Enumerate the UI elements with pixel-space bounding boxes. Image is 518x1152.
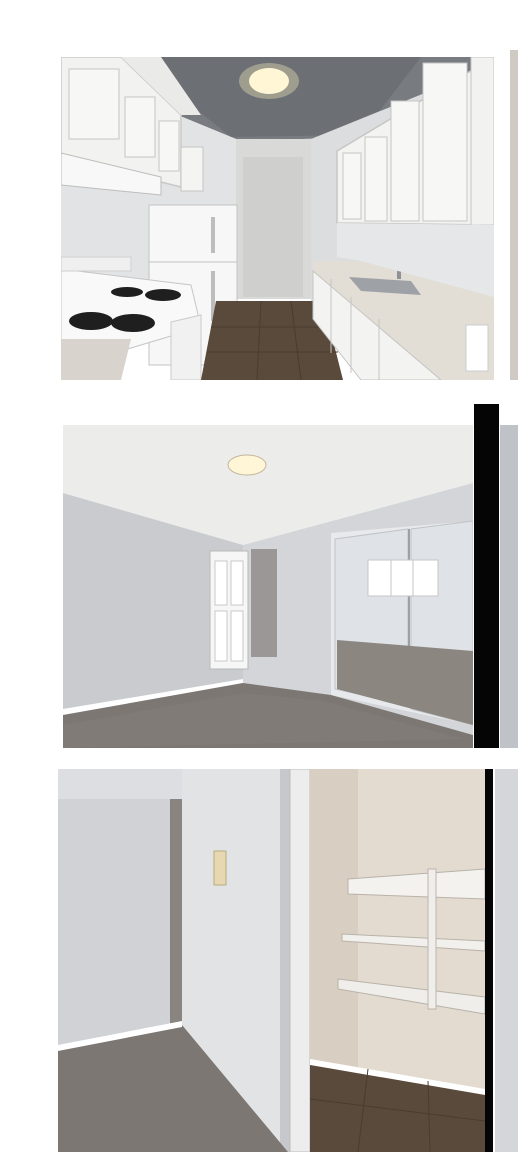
photo-divider-bar	[485, 769, 493, 1152]
closet-photo[interactable]	[58, 769, 485, 1152]
next-photo-edge	[500, 425, 518, 748]
next-photo-edge	[495, 769, 518, 1152]
photo-divider-bar	[474, 404, 499, 748]
next-photo-edge	[510, 50, 518, 380]
kitchen-photo[interactable]	[61, 57, 494, 380]
bedroom-photo[interactable]	[63, 425, 473, 748]
